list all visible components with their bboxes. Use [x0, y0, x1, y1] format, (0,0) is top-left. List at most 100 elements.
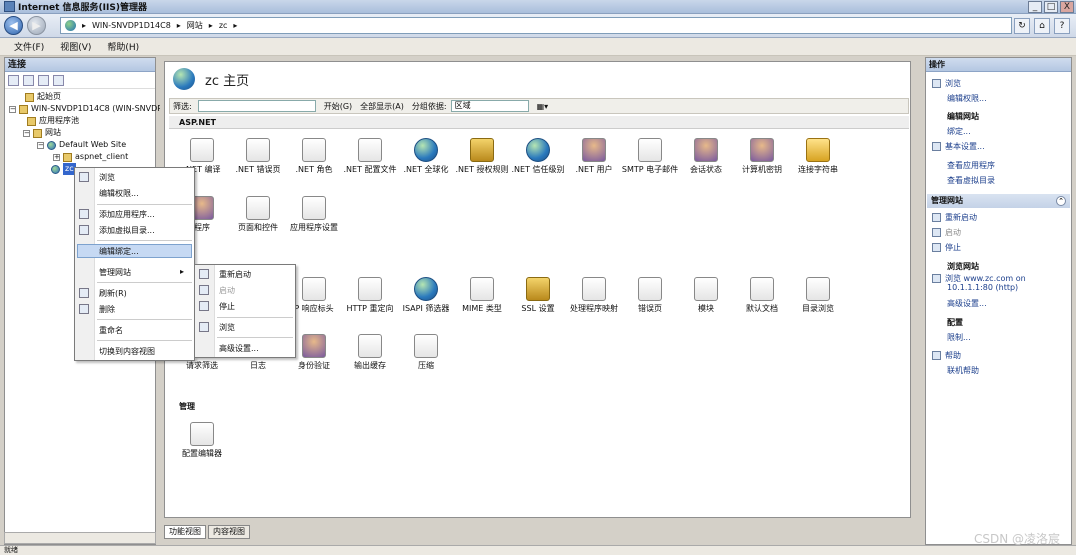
submenu-browse[interactable]: 浏览 — [219, 322, 235, 333]
feature-app-settings[interactable]: 应用程序设置 — [285, 196, 343, 232]
tree-item-server[interactable]: − WIN-SNVDP1D14C8 (WIN-SNVDP — [9, 103, 162, 115]
group-by-select[interactable]: 区域 — [450, 100, 529, 112]
home-icon[interactable]: ⌂ — [1034, 18, 1050, 34]
feature-smtp[interactable]: SMTP 电子邮件 — [621, 138, 679, 174]
site-globe-icon — [173, 68, 195, 90]
tree-item-sites[interactable]: − 网站 — [23, 127, 61, 139]
actions-title: 操作 — [926, 58, 1071, 72]
view-mode-icon[interactable]: ▦▾ — [537, 102, 549, 111]
menu-switch-content-view[interactable]: 切换到内容视图 — [99, 346, 155, 357]
feature-net-users[interactable]: .NET 用户 — [565, 138, 623, 174]
tree-item-start[interactable]: 起始页 — [25, 91, 61, 103]
maximize-button[interactable]: □ — [1044, 1, 1058, 13]
address-bar: ◀ ▶ ▸ WIN-SNVDP1D14C8 ▸ 网站 ▸ zc ▸ ↻ ⌂ ? — [0, 14, 1076, 38]
feature-net-error-pages[interactable]: .NET 错误页 — [229, 138, 287, 174]
back-button[interactable]: ◀ — [4, 16, 23, 35]
breadcrumb-zc[interactable]: zc — [219, 21, 228, 30]
globe-icon — [65, 20, 76, 31]
authorization-icon — [470, 138, 494, 162]
tree-item-aspnet-client[interactable]: + aspnet_client — [53, 151, 128, 163]
feature-machine-key[interactable]: 计算机密钥 — [733, 138, 791, 174]
show-all-button[interactable]: 全部显示(A) — [360, 101, 404, 112]
menu-view[interactable]: 视图(V) — [60, 40, 91, 53]
tree-item-apppools[interactable]: 应用程序池 — [27, 115, 79, 127]
forward-button[interactable]: ▶ — [27, 16, 46, 35]
menu-refresh[interactable]: 刷新(R) — [99, 288, 127, 299]
action-help[interactable]: 帮助 — [932, 350, 961, 361]
feature-default-document[interactable]: 默认文档 — [733, 277, 791, 313]
feature-compression[interactable]: 压缩 — [397, 334, 455, 370]
menu-help[interactable]: 帮助(H) — [107, 40, 139, 53]
feature-output-caching[interactable]: 输出缓存 — [341, 334, 399, 370]
submenu-restart[interactable]: 重新启动 — [219, 269, 251, 280]
action-limits[interactable]: 限制... — [947, 332, 971, 343]
feature-handler-mappings[interactable]: 处理程序映射 — [565, 277, 623, 313]
feature-directory-browsing[interactable]: 目录浏览 — [789, 277, 847, 313]
action-edit-permissions[interactable]: 编辑权限... — [947, 93, 987, 104]
save-icon[interactable] — [23, 74, 34, 86]
action-advanced-settings[interactable]: 高级设置... — [947, 298, 987, 309]
menu-edit-bindings[interactable]: 编辑绑定... — [99, 246, 139, 257]
action-online-help[interactable]: 联机帮助 — [947, 365, 979, 376]
feature-ssl[interactable]: SSL 设置 — [509, 277, 567, 313]
action-browse-host-line2[interactable]: 10.1.1.1:80 (http) — [947, 283, 1018, 292]
refresh-icon[interactable]: ↻ — [1014, 18, 1030, 34]
feature-net-roles[interactable]: .NET 角色 — [285, 138, 343, 174]
users-icon — [582, 138, 606, 162]
window-title: Internet 信息服务(IIS)管理器 — [18, 3, 147, 13]
minimize-button[interactable]: _ — [1028, 1, 1042, 13]
server-icon — [19, 104, 28, 114]
feature-mime-types[interactable]: MIME 类型 — [453, 277, 511, 313]
up-icon[interactable] — [38, 74, 49, 86]
feature-error-pages[interactable]: 错误页 — [621, 277, 679, 313]
menu-delete[interactable]: 删除 — [99, 304, 115, 315]
help-icon[interactable]: ? — [1054, 18, 1070, 34]
action-bindings[interactable]: 绑定... — [947, 126, 971, 137]
action-view-applications[interactable]: 查看应用程序 — [947, 160, 995, 171]
menu-browse[interactable]: 浏览 — [99, 172, 115, 183]
authentication-icon — [302, 334, 326, 358]
action-view-virtual-dirs[interactable]: 查看虚拟目录 — [947, 175, 995, 186]
menu-add-virtual-dir[interactable]: 添加虚拟目录... — [99, 225, 155, 236]
feature-net-profile[interactable]: .NET 配置文件 — [341, 138, 399, 174]
feature-net-globalization[interactable]: .NET 全球化 — [397, 138, 455, 174]
feature-http-redirect[interactable]: HTTP 重定向 — [341, 277, 399, 313]
action-browse[interactable]: 浏览 — [932, 78, 961, 89]
action-stop[interactable]: 停止 — [932, 242, 961, 253]
feature-config-editor[interactable]: 配置编辑器 — [173, 422, 231, 458]
menu-rename[interactable]: 重命名 — [99, 325, 123, 336]
feature-session-state[interactable]: 会话状态 — [677, 138, 735, 174]
start-button[interactable]: 开始(G) — [324, 101, 352, 112]
menu-file[interactable]: 文件(F) — [14, 40, 44, 53]
feature-modules[interactable]: 模块 — [677, 277, 735, 313]
breadcrumb-sites[interactable]: 网站 — [187, 20, 203, 31]
breadcrumb[interactable]: ▸ WIN-SNVDP1D14C8 ▸ 网站 ▸ zc ▸ — [60, 17, 1012, 34]
breadcrumb-server[interactable]: WIN-SNVDP1D14C8 — [92, 21, 171, 30]
tab-features-view[interactable]: 功能视图 — [164, 525, 206, 539]
manage-site-submenu: 重新启动 启动 停止 浏览 高级设置... — [194, 264, 296, 358]
tree-item-zc[interactable]: zc — [51, 163, 76, 175]
connect-icon[interactable] — [8, 74, 19, 86]
action-basic-settings[interactable]: 基本设置... — [932, 141, 985, 152]
feature-net-trust[interactable]: .NET 信任级别 — [509, 138, 567, 174]
submenu-stop[interactable]: 停止 — [219, 301, 235, 312]
submenu-advanced-settings[interactable]: 高级设置... — [219, 343, 259, 354]
feature-isapi-filters[interactable]: ISAPI 筛选器 — [397, 277, 455, 313]
filter-input[interactable] — [197, 100, 316, 112]
start-icon — [932, 228, 941, 237]
isapi-filter-icon — [414, 277, 438, 301]
menu-edit-permissions[interactable]: 编辑权限... — [99, 188, 139, 199]
tab-content-view[interactable]: 内容视图 — [208, 525, 250, 539]
tree-item-default-site[interactable]: − Default Web Site — [37, 139, 126, 151]
close-button[interactable]: X — [1060, 1, 1074, 13]
feature-connection-strings[interactable]: 连接字符串 — [789, 138, 847, 174]
menu-add-application[interactable]: 添加应用程序... — [99, 209, 155, 220]
feature-net-authorization[interactable]: .NET 授权规则 — [453, 138, 511, 174]
feature-pages-controls[interactable]: 页面和控件 — [229, 196, 287, 232]
connections-title: 连接 — [5, 58, 155, 72]
horizontal-scrollbar[interactable] — [4, 532, 156, 544]
collapse-icon[interactable]: ⌃ — [1056, 196, 1066, 206]
action-restart[interactable]: 重新启动 — [932, 212, 977, 223]
menu-manage-site[interactable]: 管理网站 — [99, 267, 131, 278]
disconnect-icon[interactable] — [53, 74, 64, 86]
